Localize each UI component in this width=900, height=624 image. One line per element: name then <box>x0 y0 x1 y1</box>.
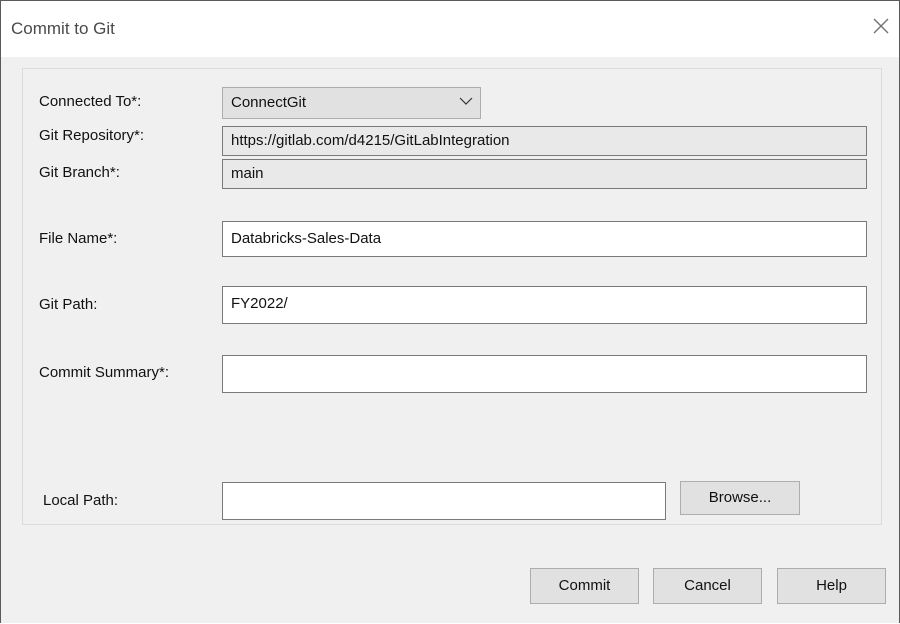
title-bar: Commit to Git <box>1 1 899 57</box>
chevron-down-icon <box>459 97 473 105</box>
git-path-input[interactable]: FY2022/ <box>222 286 867 324</box>
file-name-label: File Name*: <box>39 230 118 247</box>
git-branch-label: Git Branch*: <box>39 164 120 181</box>
close-button[interactable] <box>867 13 895 41</box>
close-icon <box>873 18 889 34</box>
local-path-input[interactable] <box>222 482 666 520</box>
commit-to-git-dialog: Commit to Git Connected To*: ConnectGit … <box>0 0 900 623</box>
git-path-label: Git Path: <box>39 296 98 313</box>
local-path-label: Local Path: <box>43 492 119 509</box>
cancel-button[interactable]: Cancel <box>653 568 762 604</box>
help-button[interactable]: Help <box>777 568 886 604</box>
git-repository-label: Git Repository*: <box>39 127 145 144</box>
dialog-title: Commit to Git <box>11 19 115 38</box>
commit-summary-input[interactable] <box>222 355 867 393</box>
connected-to-label: Connected To*: <box>39 93 142 110</box>
file-name-input[interactable]: Databricks-Sales-Data <box>222 221 867 257</box>
git-repository-field: https://gitlab.com/d4215/GitLabIntegrati… <box>222 126 867 156</box>
git-branch-field: main <box>222 159 867 189</box>
browse-button[interactable]: Browse... <box>680 481 800 515</box>
commit-summary-label: Commit Summary*: <box>39 364 170 381</box>
commit-button[interactable]: Commit <box>530 568 639 604</box>
connected-to-value: ConnectGit <box>231 94 307 111</box>
connected-to-select[interactable]: ConnectGit <box>222 87 481 119</box>
